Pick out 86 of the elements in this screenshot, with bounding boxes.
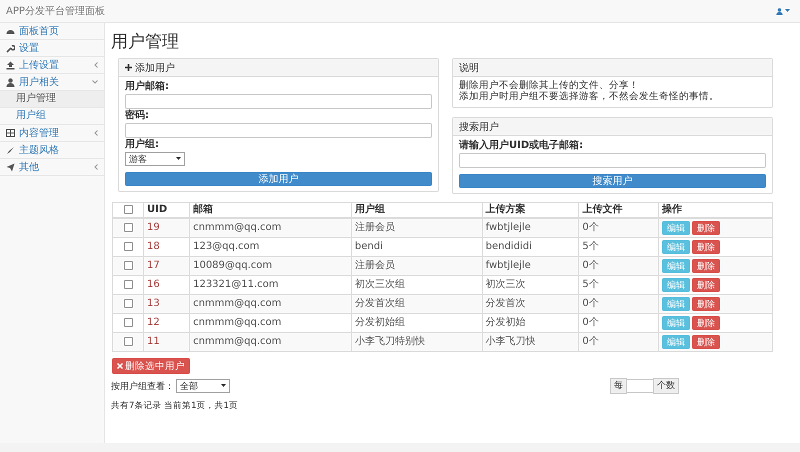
panel-title: 添加用户 [135, 62, 175, 74]
field-label: 密码: [125, 110, 150, 122]
panel-title: 说明 [459, 62, 479, 74]
field-label: 用户邮箱: [125, 81, 170, 93]
row-checkbox[interactable] [124, 336, 132, 346]
delete-button[interactable]: 删除 [692, 240, 720, 254]
row-checkbox[interactable] [124, 222, 132, 232]
edit-button[interactable]: 编辑 [662, 316, 690, 330]
add-user-button[interactable]: 添加用户 [125, 172, 432, 186]
field-label: 请输入用户UID或电子邮箱: [459, 140, 584, 152]
input-field[interactable] [125, 123, 432, 138]
table-cell: 11 [144, 332, 190, 352]
delete-button[interactable]: 删除 [692, 278, 720, 292]
caret-icon [785, 9, 790, 13]
group-filter-select[interactable]: 全部 [176, 379, 230, 393]
table-cell: 0个 [578, 256, 659, 276]
delete-button[interactable]: 删除 [692, 316, 720, 330]
sidebar-subitem[interactable]: 用户组 [0, 108, 104, 125]
table-cell: 19 [144, 218, 190, 238]
per-page-control[interactable]: 每 个数 [610, 378, 679, 394]
grid-icon [6, 129, 15, 137]
edit-button[interactable]: 编辑 [662, 278, 690, 292]
table-cell: 10089@qq.com [190, 256, 352, 276]
table-cell: cnmmm@qq.com [190, 218, 352, 238]
delete-button[interactable]: 删除 [692, 259, 720, 273]
row-checkbox[interactable] [124, 280, 132, 289]
edit-button[interactable]: 编辑 [662, 259, 690, 273]
send-icon [6, 162, 15, 172]
search-field[interactable] [459, 153, 766, 168]
row-checkbox[interactable] [124, 260, 132, 270]
bulk-delete-button[interactable]: 删除选中用户 [112, 358, 190, 374]
caret-icon [221, 384, 226, 388]
table-cell: 0个 [578, 294, 659, 314]
pagination-summary: 共有7条记录 当前第1页，共1页 [111, 400, 239, 412]
user-icon [6, 78, 15, 86]
sidebar-item[interactable]: 面板首页 [0, 23, 104, 40]
notice-text: 添加用户时用户组不要选择游客，不然会发生奇怪的事情。 [459, 91, 720, 102]
row-checkbox[interactable] [124, 318, 132, 327]
field-label: 用户组: [125, 139, 160, 151]
table-cell: 13 [144, 294, 190, 314]
row-checkbox[interactable] [124, 242, 132, 251]
search-user-button[interactable]: 搜索用户 [459, 174, 766, 188]
table-cell: 分发首次组 [351, 294, 482, 314]
table-cell: 注册会员 [351, 218, 482, 238]
input-field[interactable] [125, 94, 432, 109]
table-cell: 小李飞刀特别快 [351, 332, 482, 352]
wrench-icon [6, 44, 15, 52]
sidebar-item[interactable]: 设置 [0, 40, 104, 57]
filter-label: 按用户组查看： [111, 380, 174, 392]
close-icon [117, 363, 123, 369]
table-cell: cnmmm@qq.com [190, 332, 352, 352]
sidebar-subitem[interactable]: 用户管理 [0, 91, 104, 108]
table-cell: 小李飞刀快 [482, 332, 579, 352]
table-cell: 0个 [578, 332, 659, 352]
edit-button[interactable]: 编辑 [662, 221, 690, 235]
sidebar-item[interactable]: 其他 [0, 159, 104, 176]
user-icon [776, 8, 783, 14]
row-checkbox[interactable] [124, 298, 132, 308]
page-title: 用户管理 [111, 32, 180, 52]
edit-button[interactable]: 编辑 [662, 297, 690, 311]
sidebar-item[interactable]: 主题风格 [0, 142, 104, 159]
select-all-checkbox[interactable] [124, 204, 132, 214]
delete-button[interactable]: 删除 [692, 335, 720, 349]
table-cell: fwbtjlejle [482, 218, 579, 238]
table-cell: 17 [144, 256, 190, 276]
sidebar-item[interactable]: 上传设置 [0, 57, 104, 74]
delete-button[interactable]: 删除 [692, 221, 720, 235]
panel-title: 搜索用户 [459, 120, 499, 134]
table-cell: 0个 [578, 218, 659, 238]
edit-button[interactable]: 编辑 [662, 335, 690, 349]
dashboard-icon [6, 27, 15, 35]
user-menu-button[interactable] [776, 8, 790, 14]
notice-text: 删除用户不会删除其上传的文件、分享！ [459, 80, 640, 91]
sidebar-item[interactable]: 内容管理 [0, 125, 104, 142]
table-cell: cnmmm@qq.com [190, 294, 352, 314]
caret-icon [176, 157, 181, 161]
table-cell: fwbtjlejle [482, 256, 579, 276]
brush-icon [6, 146, 15, 154]
plus-icon [125, 64, 132, 71]
delete-button[interactable]: 删除 [692, 297, 720, 311]
table-cell: 注册会员 [351, 256, 482, 276]
brand-title[interactable]: APP分发平台管理面板 [6, 4, 105, 18]
table-cell: 分发首次 [482, 294, 579, 314]
group-select[interactable]: 游客 [125, 152, 185, 166]
upload-icon [6, 60, 15, 70]
edit-button[interactable]: 编辑 [662, 240, 690, 254]
